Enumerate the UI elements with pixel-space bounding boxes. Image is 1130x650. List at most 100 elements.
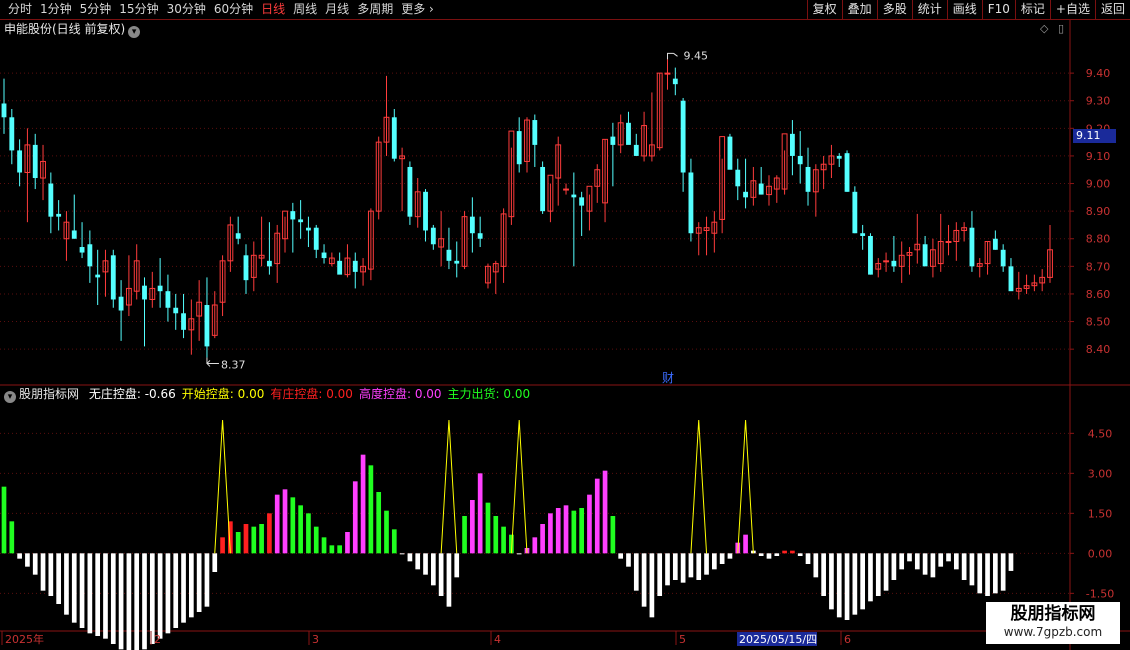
- indicator-bar: [259, 524, 264, 554]
- time-label: 2: [154, 633, 161, 646]
- candle-body: [313, 227, 319, 250]
- indicator-bar: [985, 553, 990, 596]
- indicator-bar: [891, 553, 897, 580]
- candle-body: [181, 313, 186, 330]
- cursor-date: 2025/05/15/四: [739, 633, 817, 646]
- time-label: 4: [494, 633, 501, 646]
- indicator-bar: [930, 553, 936, 578]
- candle-body: [204, 304, 210, 347]
- indicator-bar: [688, 553, 694, 578]
- indicator-bar: [337, 545, 342, 554]
- indicator-bar: [774, 553, 780, 556]
- indicator-bar: [290, 497, 296, 554]
- signal-spike: [737, 419, 754, 554]
- indicator-field-value: 0.00: [499, 387, 531, 401]
- current-price-tag: 9.11: [1073, 129, 1116, 143]
- indicator-bar: [103, 553, 108, 639]
- indicator-bar: [907, 553, 912, 562]
- indicator-bar: [165, 553, 171, 634]
- candle-body: [243, 255, 249, 281]
- indicator-bar: [196, 553, 202, 612]
- candle-body: [1008, 266, 1014, 292]
- indicator-bar: [493, 516, 499, 554]
- indicator-bar: [501, 526, 506, 554]
- indicator-field-label: 有庄控盘:: [270, 387, 323, 401]
- indicator-bar: [844, 553, 850, 620]
- candle-body: [157, 285, 163, 292]
- indicator-bar: [40, 553, 46, 591]
- candle-body: [298, 219, 304, 223]
- indicator-bar: [329, 545, 335, 554]
- indicator-bar: [470, 500, 475, 554]
- indicator-bar: [462, 516, 467, 554]
- indicator-bar: [672, 553, 678, 580]
- candle-body: [563, 188, 569, 191]
- indicator-bar: [399, 553, 405, 555]
- indicator-bar: [415, 553, 421, 570]
- candle-body: [32, 144, 38, 179]
- indicator-bar: [313, 526, 319, 554]
- candle-body: [352, 260, 358, 272]
- indicator-bar: [360, 454, 366, 554]
- candle-body: [579, 197, 585, 206]
- candle-body: [391, 117, 397, 159]
- indicator-bar: [548, 513, 553, 554]
- indicator-bar: [204, 553, 210, 607]
- indicator-bar: [626, 553, 631, 567]
- indicator-field: 开始控盘: 0.00: [182, 387, 265, 401]
- indicator-bar: [1000, 553, 1006, 591]
- candle-body: [664, 72, 671, 75]
- indicator-bar: [64, 553, 69, 615]
- indicator-bar: [579, 508, 584, 554]
- chart-canvas[interactable]: 9.409.309.209.109.008.908.808.708.608.50…: [0, 0, 1130, 650]
- chart-corner-controls: ◇ ▯: [1040, 22, 1064, 35]
- indicator-tick-label: 0.00: [1088, 547, 1113, 560]
- indicator-bar: [516, 553, 522, 555]
- indicator-name: 股朋指标网: [19, 387, 80, 401]
- candle-body: [306, 227, 311, 231]
- candle-body: [571, 194, 577, 198]
- signal-spike: [690, 419, 708, 554]
- chevron-down-icon[interactable]: ▾: [128, 26, 141, 38]
- indicator-bar: [680, 553, 686, 583]
- indicator-bar: [134, 553, 140, 650]
- signal-spike: [510, 419, 528, 554]
- price-tick-label: 8.80: [1086, 233, 1111, 246]
- panel-toggle-icon[interactable]: ▯: [1058, 22, 1064, 35]
- time-label: 3: [312, 633, 319, 646]
- indicator-bar: [633, 553, 639, 591]
- indicator-field: 无庄控盘: -0.66: [89, 387, 176, 401]
- candle-body: [9, 117, 15, 151]
- candle-body: [71, 230, 77, 239]
- time-label: 5: [679, 633, 686, 646]
- candle-body: [727, 136, 733, 170]
- high-marker-arrow: [667, 52, 678, 60]
- price-tick-label: 9.10: [1086, 150, 1111, 163]
- candle-body: [95, 274, 101, 278]
- indicator-bar: [267, 513, 272, 554]
- indicator-bar: [345, 532, 350, 554]
- candle-body: [688, 172, 694, 234]
- indicator-bar: [95, 553, 101, 636]
- indicator-bar: [71, 553, 77, 623]
- candle-body: [891, 260, 897, 267]
- indicator-bar: [969, 553, 975, 586]
- candle-body: [805, 166, 811, 192]
- diamond-icon[interactable]: ◇: [1040, 22, 1048, 35]
- high-price-label: 9.45: [684, 49, 709, 62]
- indicator-bar: [235, 532, 241, 554]
- candle-body: [17, 150, 23, 173]
- chevron-down-icon[interactable]: ▾: [4, 391, 16, 403]
- indicator-bar: [868, 553, 873, 602]
- candle-body: [430, 227, 436, 245]
- indicator-bar: [782, 550, 787, 554]
- indicator-bar: [142, 553, 147, 650]
- indicator-bar: [87, 553, 93, 634]
- indicator-bar: [712, 553, 717, 570]
- indicator-bar: [446, 553, 452, 607]
- candle-body: [1000, 249, 1006, 267]
- candle-body: [110, 255, 116, 300]
- indicator-bar: [657, 553, 663, 596]
- candle-body: [56, 213, 62, 217]
- candle-body: [337, 260, 343, 275]
